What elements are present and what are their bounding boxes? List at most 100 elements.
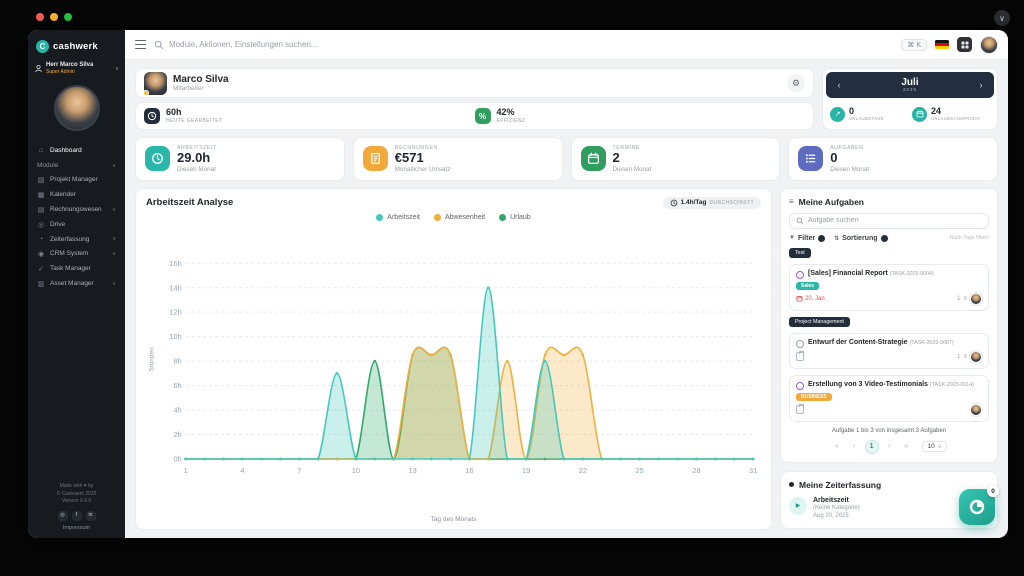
profile-role: Mitarbeiter: [173, 85, 229, 92]
svg-text:4h: 4h: [173, 406, 181, 415]
brand[interactable]: C cashwerk: [28, 30, 125, 57]
page-size-select[interactable]: 10∨: [922, 441, 948, 452]
prev-page-button[interactable]: ‹: [848, 440, 861, 453]
task-group-tag[interactable]: Project Management: [789, 317, 850, 327]
sidebar-item-label: Zeiterfassung: [50, 236, 89, 243]
svg-text:6h: 6h: [173, 381, 181, 390]
close-window-button[interactable]: [36, 13, 44, 21]
stat-card-arbeitszeit[interactable]: ARBEITSZEIT 29.0h Diesen Monat: [135, 137, 345, 181]
task-card[interactable]: Entwurf der Content-Strategie (TASK-2025…: [789, 333, 989, 369]
filter-button[interactable]: ▼ Filter: [789, 235, 825, 242]
search-input[interactable]: [169, 40, 893, 49]
apps-grid-icon[interactable]: [957, 37, 972, 52]
legend-urlaub[interactable]: Urlaub: [499, 214, 531, 221]
svg-text:1: 1: [184, 466, 188, 475]
gear-icon[interactable]: ⚙: [787, 74, 805, 92]
sidebar-user-name: Herr Marco Silva: [46, 62, 93, 69]
stat-card-rechnungen[interactable]: RECHNUNGEN €571 Monatlicher Umsatz: [353, 137, 563, 181]
task-search-input[interactable]: [808, 217, 982, 224]
time-entry-date: Aug 20, 2025: [813, 512, 860, 520]
linkedin-icon[interactable]: in: [86, 511, 96, 521]
play-icon[interactable]: ▶: [789, 497, 807, 515]
assignee-avatar[interactable]: [970, 293, 982, 305]
list-icon: ≡: [789, 197, 794, 206]
sidebar-item-zeiterfassung[interactable]: ◔ Zeiterfassung ∨: [28, 232, 125, 246]
svg-text:14h: 14h: [169, 283, 181, 292]
stat-card-aufgaben[interactable]: AUFGABEN 0 Diesen Monat: [788, 137, 998, 181]
made-with-text: Made with ♥ by: [60, 483, 94, 489]
chart-title: Arbeitszeit Analyse: [146, 197, 233, 208]
calendar-icon: ▦: [37, 191, 45, 199]
sidebar-item-drive[interactable]: ◎ Drive: [28, 217, 125, 232]
time-entry-category: (Keine Kategorie): [813, 504, 860, 512]
timer-icon: [968, 498, 986, 516]
sidebar-item-label: Drive: [50, 221, 65, 228]
impressum-link[interactable]: Impressum: [32, 524, 121, 532]
app-window: C cashwerk Herr Marco Silva Super Admin …: [28, 30, 1008, 538]
sidebar-group-module[interactable]: Module ∧: [28, 157, 125, 172]
stat-value: 2: [613, 151, 652, 166]
profile-name: Marco Silva: [173, 74, 229, 85]
calendar-icon: [912, 107, 927, 122]
filter-count-badge: [818, 235, 825, 242]
stat-card-termine[interactable]: TERMINE 2 Diesen Monat: [571, 137, 781, 181]
average-value: 1.4h/Tag: [681, 199, 707, 206]
first-page-button[interactable]: «: [831, 440, 844, 453]
assignee-avatar[interactable]: [970, 404, 982, 416]
task-status-icon[interactable]: [796, 340, 804, 348]
task-badge: BUSINESS: [796, 393, 832, 401]
task-badge: Sales: [796, 282, 819, 290]
tasks-panel-title: Meine Aufgaben: [799, 197, 864, 207]
clipboard-icon: [796, 405, 804, 414]
svg-text:28: 28: [692, 466, 700, 475]
instagram-icon[interactable]: ◎: [58, 511, 68, 521]
filter-hint: Nach Tags filtern: [950, 235, 989, 241]
search-icon: [796, 217, 804, 225]
window-chevron-button[interactable]: ∨: [994, 10, 1010, 26]
vacation-claim-stat: 24 URLAUBSANSPRUCH: [912, 107, 990, 122]
legend-abwesenheit[interactable]: Abwesenheit: [434, 214, 485, 221]
window-traffic-lights: [36, 13, 72, 21]
timer-fab-button[interactable]: 0: [959, 489, 995, 525]
sidebar-item-rechnungswesen[interactable]: ▤ Rechnungswesen ∨: [28, 202, 125, 217]
task-status-icon[interactable]: [796, 271, 804, 279]
next-month-button[interactable]: ›: [976, 80, 986, 90]
legend-arbeitszeit[interactable]: Arbeitszeit: [376, 214, 420, 221]
chevron-down-icon: ∨: [938, 444, 942, 450]
sort-button[interactable]: ⇅ Sortierung: [834, 235, 887, 242]
sidebar-item-asset-manager[interactable]: ▥ Asset Manager ∨: [28, 276, 125, 291]
task-code: (TASK-2025-0004): [890, 271, 934, 277]
project-icon: ▧: [37, 176, 45, 184]
sidebar-item-task-manager[interactable]: ✓ Task Manager: [28, 261, 125, 276]
svg-text:13: 13: [409, 466, 417, 475]
sidebar-user-role: Super Admin: [46, 69, 93, 75]
hamburger-menu-icon[interactable]: [135, 40, 146, 49]
task-card[interactable]: Erstellung von 3 Video-Testimonials (TAS…: [789, 375, 989, 422]
sidebar-menu: ⌂ Dashboard Module ∧ ▧ Projekt Manager ▦…: [28, 143, 125, 291]
sidebar-item-projekt-manager[interactable]: ▧ Projekt Manager: [28, 172, 125, 187]
last-page-button[interactable]: »: [900, 440, 913, 453]
profile-photo[interactable]: [54, 85, 100, 131]
facebook-icon[interactable]: f: [72, 511, 82, 521]
task-group-tag[interactable]: Test: [789, 248, 811, 258]
topbar-user-avatar[interactable]: [980, 36, 998, 54]
minimize-window-button[interactable]: [50, 13, 58, 21]
current-page-button[interactable]: 1: [865, 440, 879, 454]
svg-text:10: 10: [352, 466, 360, 475]
language-flag-de[interactable]: [935, 40, 949, 49]
svg-text:25: 25: [635, 466, 643, 475]
svg-text:10h: 10h: [169, 332, 181, 341]
sidebar-user-switcher[interactable]: Herr Marco Silva Super Admin ∨: [28, 57, 125, 77]
sidebar-item-crm-system[interactable]: ◉ CRM System ∨: [28, 246, 125, 261]
sidebar-item-kalender[interactable]: ▦ Kalender: [28, 187, 125, 202]
next-page-button[interactable]: ›: [883, 440, 896, 453]
assignee-avatar[interactable]: [970, 351, 982, 363]
sidebar-item-dashboard[interactable]: ⌂ Dashboard: [28, 143, 125, 157]
worked-today-label: HEUTE GEARBEITET: [166, 118, 222, 124]
zoom-window-button[interactable]: [64, 13, 72, 21]
timer-count-badge: 0: [987, 485, 999, 497]
vacation-days-stat: ↗ 0 URLAUBSTAGE: [830, 107, 908, 122]
prev-month-button[interactable]: ‹: [834, 80, 844, 90]
task-card[interactable]: [Sales] Financial Report (TASK-2025-0004…: [789, 264, 989, 311]
task-status-icon[interactable]: [796, 382, 804, 390]
